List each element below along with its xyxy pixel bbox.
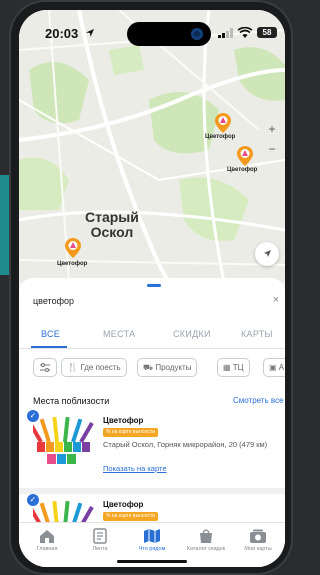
tab-discounts[interactable]: СКИДКИ (173, 329, 211, 339)
see-all-link[interactable]: Смотреть все (233, 396, 284, 405)
clear-search-button[interactable]: × (273, 294, 279, 306)
tabbar-feed[interactable]: Лента (75, 528, 125, 552)
filter-chip-label: Где поесть (80, 363, 121, 372)
home-indicator (117, 560, 187, 563)
battery-indicator: 58 (257, 27, 277, 38)
car-icon: ▣ (269, 363, 277, 372)
card-divider (19, 488, 285, 494)
place-name: Цветофор (103, 416, 144, 425)
nearby-section-title: Места поблизости (33, 396, 110, 406)
home-icon (40, 530, 54, 543)
check-icon: ✓ (27, 494, 39, 506)
search-input[interactable]: цветофор × (33, 294, 283, 312)
search-value: цветофор (33, 296, 74, 306)
map-pin-label: Цветофор (227, 167, 258, 173)
status-bar: 20:03 58 (19, 10, 285, 52)
tabbar-nearby[interactable]: Что рядом (127, 528, 177, 552)
filter-chip-label: ТЦ (232, 363, 244, 372)
pin-icon (237, 146, 253, 166)
check-icon: ✓ (27, 410, 39, 422)
locate-me-button[interactable] (255, 242, 279, 266)
map-city-label: Старый Оскол (85, 210, 139, 240)
tabbar-label: Каталог скидок (186, 546, 226, 552)
filter-chip-malls[interactable]: ▦ ТЦ (217, 358, 250, 377)
tabbar-cards[interactable]: Мои карты (233, 528, 283, 552)
tabbar-label: Что рядом (138, 546, 166, 552)
cellular-signal-icon (218, 28, 233, 38)
tabbar-label: Лента (92, 546, 108, 552)
active-tab-indicator (31, 346, 67, 348)
sheet-handle[interactable] (147, 284, 161, 287)
tab-cards[interactable]: КАРТЫ (241, 329, 273, 339)
tab-all[interactable]: ВСЕ (41, 329, 60, 339)
navigation-arrow-icon (264, 250, 271, 257)
filter-chip-food[interactable]: 🍴 Где поесть (61, 358, 127, 377)
fork-knife-icon: 🍴 (67, 362, 79, 372)
location-arrow-icon (86, 29, 94, 37)
pin-icon (65, 238, 81, 258)
filter-settings-chip[interactable] (33, 358, 57, 377)
sliders-icon (40, 363, 50, 372)
feed-icon (93, 528, 107, 544)
zoom-out-button[interactable]: − (265, 142, 279, 156)
basket-icon: ⛟ (143, 363, 154, 372)
tab-places[interactable]: МЕСТА (103, 329, 135, 339)
filter-chip-groceries[interactable]: ⛟ Продукты (137, 358, 198, 377)
tabbar-home[interactable]: Главная (22, 528, 72, 552)
dynamic-island (127, 22, 211, 46)
city-label-line2: Оскол (90, 224, 134, 240)
tabbar-discounts[interactable]: Каталог скидок (181, 528, 231, 552)
wifi-icon (237, 27, 253, 38)
tabbar-label: Главная (36, 546, 58, 552)
promo-badge: % на карте выноости (103, 428, 159, 437)
place-name: Цветофор (103, 500, 144, 509)
cards-icon (250, 529, 266, 543)
tsvetofor-logo-image (33, 416, 95, 478)
filter-chip-label: Продукты (155, 363, 192, 372)
map-pin-label: Цветофор (57, 261, 88, 267)
place-address: Старый Оскол, Горняк микрорайон, 20 (479… (103, 440, 268, 449)
place-card[interactable]: ✓ Цветофор % на карте выноости Старый Ос… (27, 410, 283, 490)
zoom-in-button[interactable]: + (265, 122, 279, 136)
building-icon: ▦ (223, 363, 231, 372)
phone-screen: Старый Оскол Цветофор Цветофор Цветофор … (19, 10, 285, 567)
filter-chips: 🍴 Где поесть ⛟ Продукты ▦ ТЦ ▣ А (33, 358, 285, 378)
bag-icon (200, 529, 212, 543)
camera-dot (191, 28, 203, 40)
map-icon (144, 529, 160, 543)
status-time: 20:03 (45, 26, 79, 41)
pin-icon (215, 113, 231, 133)
store-logo (33, 416, 95, 478)
map-pin-label: Цветофор (205, 134, 236, 140)
tabbar-label: Мои карты (244, 546, 272, 552)
category-tabs: ВСЕ МЕСТА СКИДКИ КАРТЫ (19, 322, 285, 349)
show-on-map-link[interactable]: Показать на карте (103, 464, 167, 473)
filter-chip-label: А (278, 363, 285, 372)
city-label-line1: Старый (85, 209, 139, 225)
filter-chip-more[interactable]: ▣ А (263, 358, 285, 377)
promo-badge: % на карте выноости (103, 512, 159, 521)
